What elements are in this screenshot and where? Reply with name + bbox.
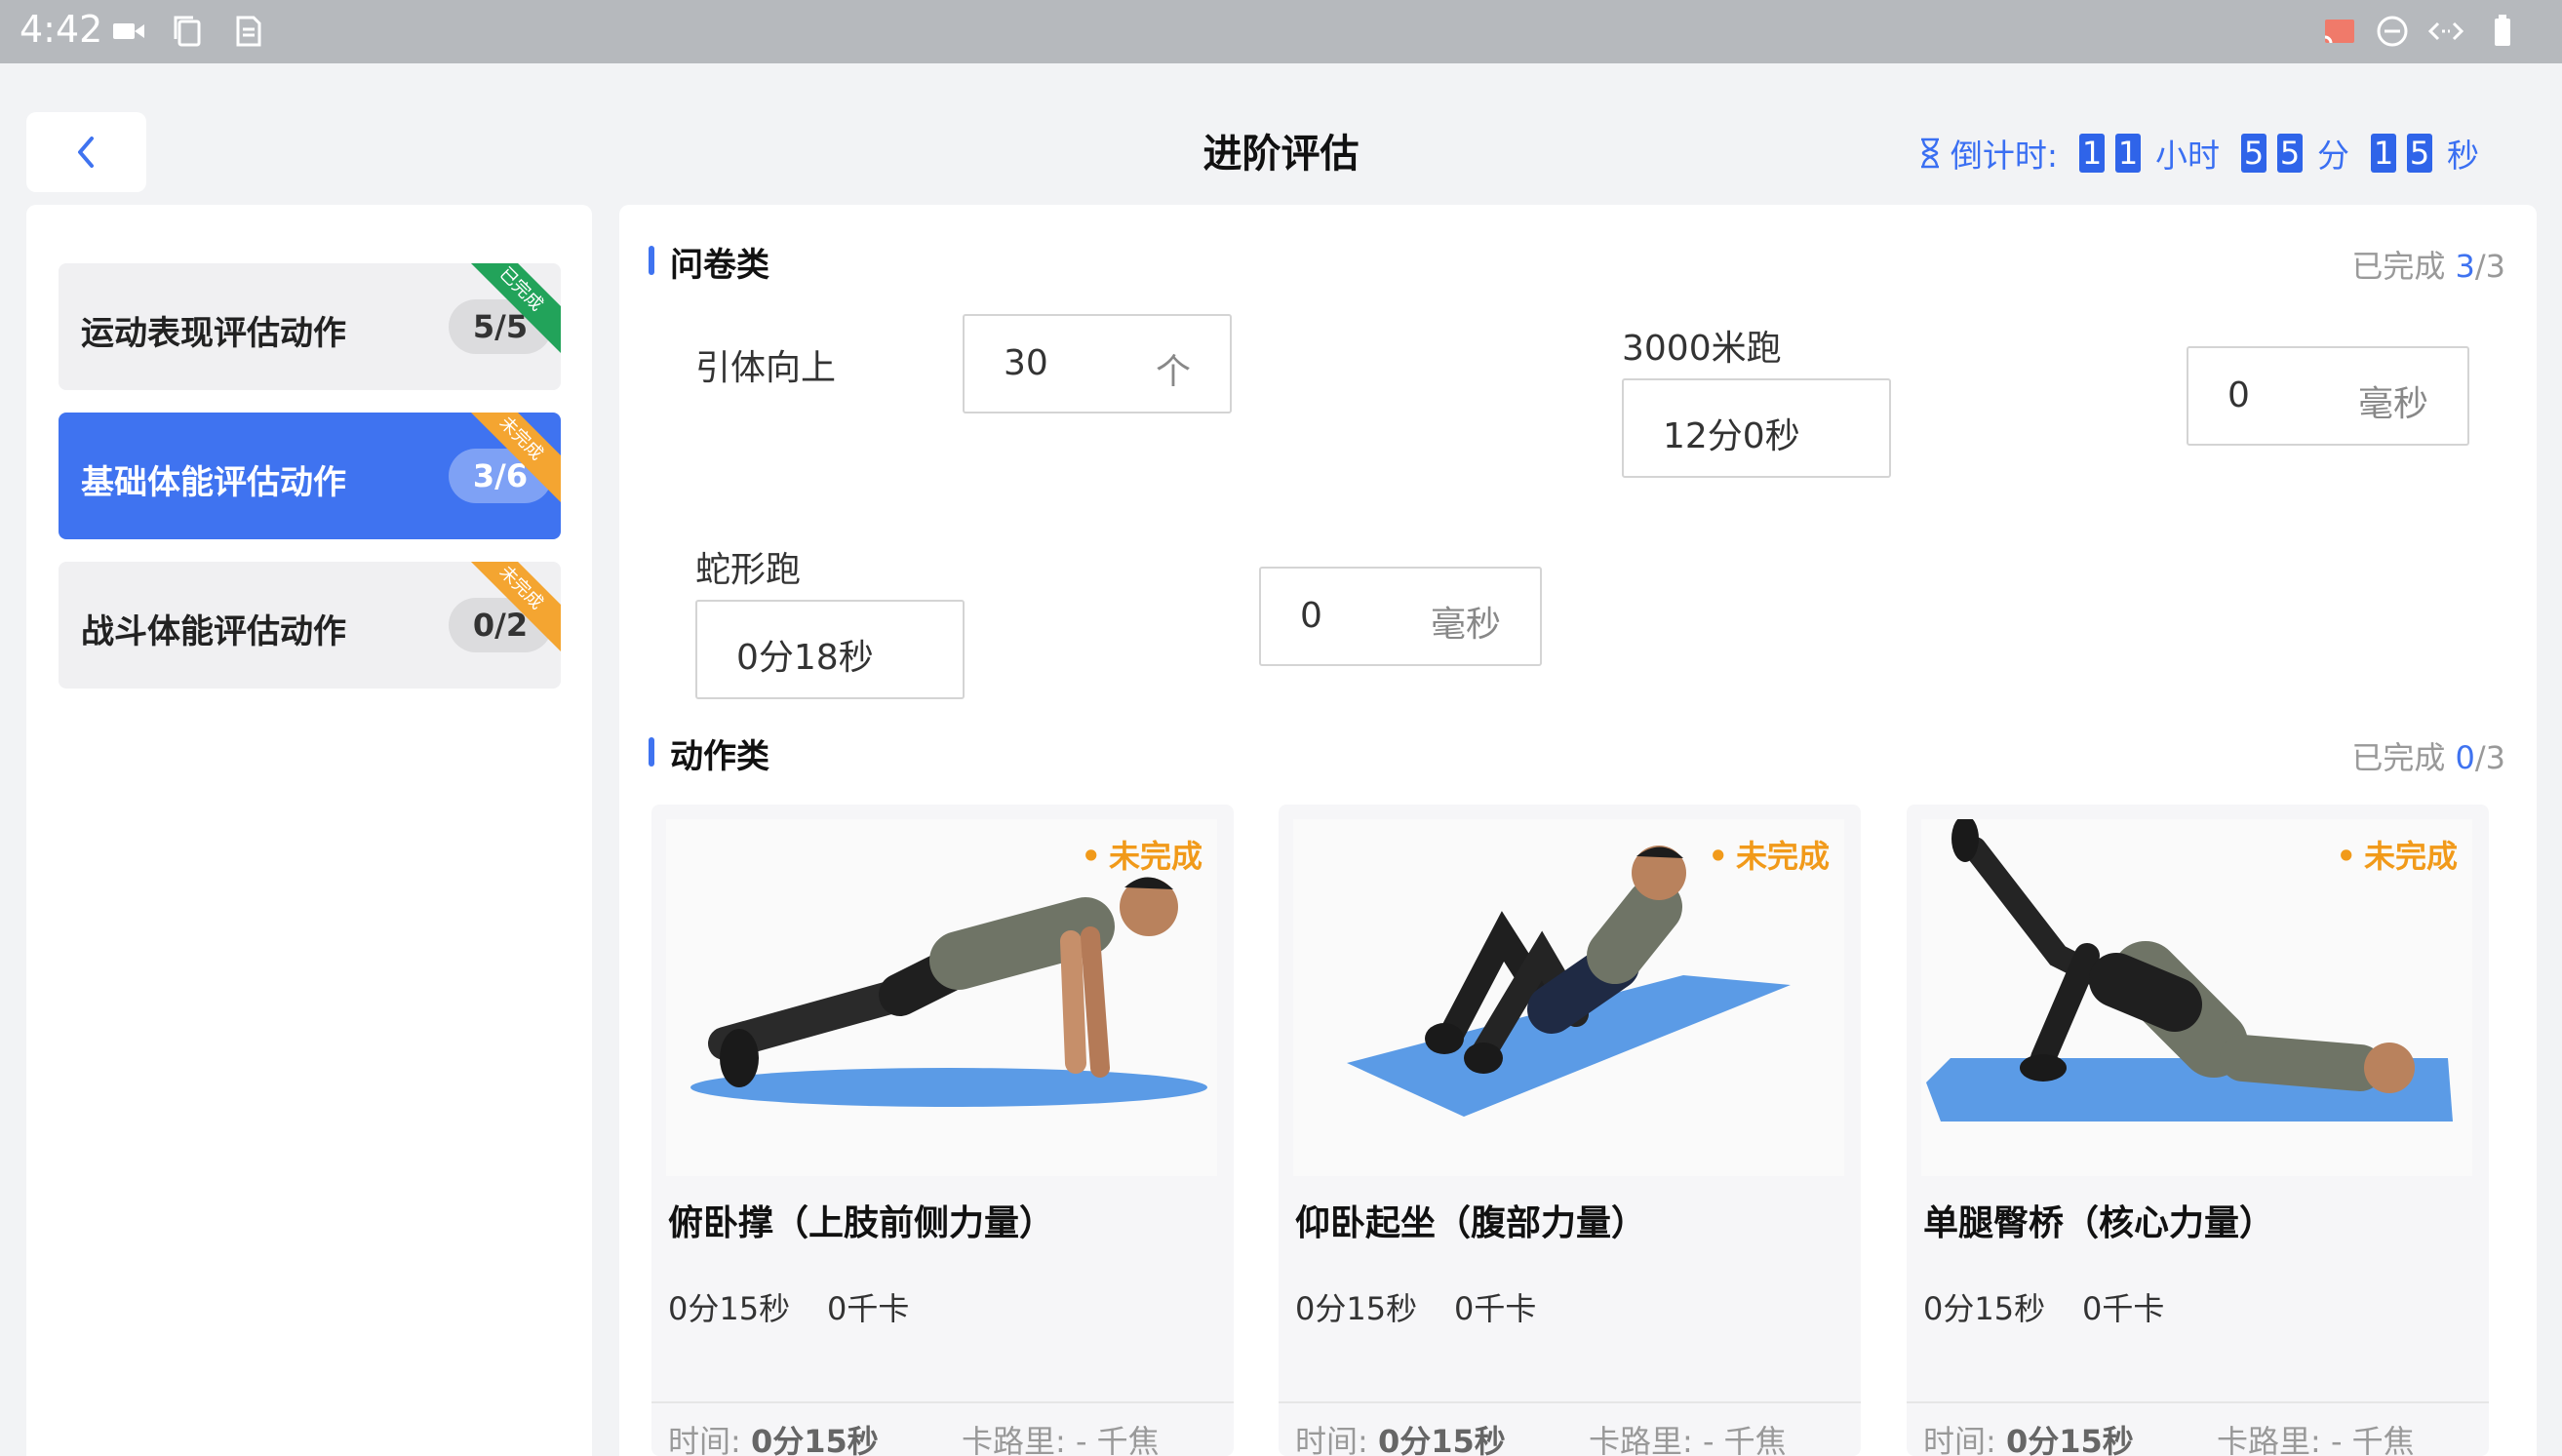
- card-status: 未完成: [2337, 832, 2458, 877]
- countdown-label: 倒计时:: [1950, 137, 2058, 175]
- chevron-left-icon: [77, 137, 94, 168]
- countdown-hours-unit: 小时: [2155, 137, 2220, 175]
- sim-icon: [236, 16, 261, 47]
- pullup-label: 引体向上: [695, 348, 837, 388]
- completed-total: /3: [2474, 248, 2505, 285]
- completed-label: 已完成: [2351, 248, 2446, 285]
- card-duration: 0分15秒: [1295, 1290, 1418, 1327]
- completed-count: 3: [2455, 248, 2475, 285]
- copy-icon: [174, 16, 201, 47]
- sidebar-item-combat-fitness[interactable]: 战斗体能评估动作 0/2 未完成: [59, 562, 561, 689]
- actions-completed: 已完成 0/3: [2351, 733, 2505, 778]
- data-sync-icon: [2427, 21, 2464, 41]
- run3000-ms-value: 0: [2227, 375, 2250, 415]
- countdown-second-digit: 5: [2407, 134, 2432, 173]
- card-duration: 0分15秒: [668, 1290, 791, 1327]
- exercise-card-glute-bridge[interactable]: 未完成 单腿臀桥（核心力量） 0分15秒 0千卡 时间: 0分15秒 卡路里: …: [1907, 805, 2489, 1456]
- countdown-hour-digit: 1: [2115, 134, 2141, 173]
- countdown-minute-digit: 5: [2277, 134, 2303, 173]
- time-value: 0分15秒: [750, 1423, 879, 1456]
- questionnaire-section-title: 问卷类: [649, 238, 769, 286]
- pullup-unit: 个: [1155, 352, 1191, 392]
- calorie-label: 卡路里: - 千焦: [1589, 1423, 1787, 1456]
- do-not-disturb-icon: [2377, 16, 2408, 47]
- hourglass-icon: [1920, 138, 1939, 169]
- run3000-value: 12分0秒: [1663, 416, 1800, 456]
- snake-run-label: 蛇形跑: [695, 550, 802, 590]
- cast-icon: [2324, 20, 2354, 44]
- run3000-time-input[interactable]: 12分0秒: [1622, 378, 1891, 478]
- countdown-minutes-unit: 分: [2317, 137, 2349, 175]
- card-footer: 时间: 0分15秒 卡路里: - 千焦: [651, 1401, 1234, 1456]
- status-time: 4:42: [20, 8, 103, 51]
- category-sidebar: 运动表现评估动作 5/5 已完成 基础体能评估动作 3/6 未完成 战斗体能评估…: [26, 205, 592, 1456]
- completed-count: 0: [2455, 739, 2475, 776]
- snake-run-ms-value: 0: [1300, 596, 1322, 636]
- card-status: 未完成: [1709, 832, 1830, 877]
- snake-run-ms-input[interactable]: 0 毫秒: [1259, 567, 1542, 666]
- main-panel: 问卷类 已完成 3/3 引体向上 30 个 3000米跑 12分0秒 0 毫秒 …: [619, 205, 2537, 1456]
- card-status: 未完成: [1082, 832, 1202, 877]
- sidebar-item-label: 战斗体能评估动作: [81, 612, 346, 651]
- countdown-minute-digit: 5: [2241, 134, 2266, 173]
- sidebar-item-basic-fitness[interactable]: 基础体能评估动作 3/6 未完成: [59, 413, 561, 539]
- time-value: 0分15秒: [1377, 1423, 1506, 1456]
- sidebar-item-label: 运动表现评估动作: [81, 314, 346, 353]
- time-value: 0分15秒: [2005, 1423, 2134, 1456]
- card-kcal: 0千卡: [2082, 1290, 2165, 1327]
- exercise-card-pushup[interactable]: 未完成 俯卧撑（上肢前侧力量） 0分15秒 0千卡 时间: 0分15秒 卡路里:…: [651, 805, 1234, 1456]
- calorie-label: 卡路里: - 千焦: [962, 1423, 1160, 1456]
- pullup-value: 30: [1004, 343, 1048, 383]
- completed-label: 已完成: [2351, 739, 2446, 776]
- countdown-seconds-unit: 秒: [2447, 137, 2479, 175]
- time-label: 时间:: [1295, 1423, 1368, 1456]
- countdown-timer: 倒计时: 11 小时 55 分 15 秒: [1917, 130, 2479, 177]
- sidebar-item-label: 基础体能评估动作: [81, 463, 346, 502]
- questionnaire-completed: 已完成 3/3: [2351, 242, 2505, 287]
- snake-run-time-input[interactable]: 0分18秒: [695, 600, 965, 699]
- calorie-label: 卡路里: - 千焦: [2217, 1423, 2415, 1456]
- pullup-input[interactable]: 30 个: [963, 314, 1232, 413]
- status-bar: 4:42: [0, 0, 2562, 63]
- completed-total: /3: [2474, 739, 2505, 776]
- card-footer: 时间: 0分15秒 卡路里: - 千焦: [1907, 1401, 2489, 1456]
- back-button[interactable]: [26, 112, 146, 192]
- countdown-hour-digit: 1: [2079, 134, 2105, 173]
- time-label: 时间:: [668, 1423, 741, 1456]
- snake-run-value: 0分18秒: [736, 638, 874, 678]
- countdown-second-digit: 1: [2371, 134, 2396, 173]
- card-kcal: 0千卡: [827, 1290, 910, 1327]
- card-footer: 时间: 0分15秒 卡路里: - 千焦: [1279, 1401, 1861, 1456]
- run3000-ms-unit: 毫秒: [2357, 384, 2428, 424]
- video-camera-icon: [113, 23, 144, 39]
- battery-icon: [2495, 15, 2510, 46]
- card-duration: 0分15秒: [1923, 1290, 2046, 1327]
- sidebar-item-sports-performance[interactable]: 运动表现评估动作 5/5 已完成: [59, 263, 561, 390]
- run3000-label: 3000米跑: [1622, 329, 1782, 369]
- card-title: 单腿臀桥（核心力量）: [1923, 1203, 2275, 1243]
- exercise-card-situp[interactable]: 未完成 仰卧起坐（腹部力量） 0分15秒 0千卡 时间: 0分15秒 卡路里: …: [1279, 805, 1861, 1456]
- time-label: 时间:: [1923, 1423, 1996, 1456]
- card-title: 仰卧起坐（腹部力量）: [1295, 1203, 1647, 1243]
- snake-run-ms-unit: 毫秒: [1430, 605, 1501, 645]
- card-title: 俯卧撑（上肢前侧力量）: [668, 1203, 1055, 1243]
- actions-section-title: 动作类: [649, 729, 769, 777]
- run3000-ms-input[interactable]: 0 毫秒: [2187, 346, 2469, 446]
- card-kcal: 0千卡: [1454, 1290, 1537, 1327]
